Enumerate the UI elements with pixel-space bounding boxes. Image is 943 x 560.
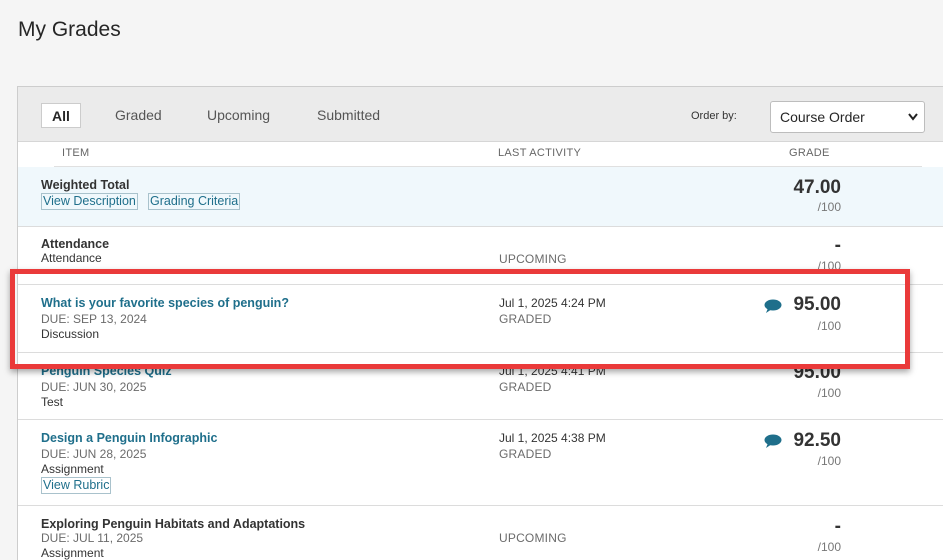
item-title: Attendance: [41, 237, 110, 251]
table-row: Attendance Attendance UPCOMING - /100: [18, 227, 943, 285]
view-rubric-link[interactable]: View Rubric: [41, 477, 112, 494]
item-due-date: DUE: JUN 28, 2025: [41, 447, 147, 461]
item-type: Assignment: [41, 462, 104, 476]
activity-date: Jul 1, 2025 4:38 PM: [499, 431, 606, 445]
item-title-link[interactable]: Design a Penguin Infographic: [41, 431, 217, 445]
page-title: My Grades: [18, 18, 121, 41]
item-title: Weighted Total: [41, 178, 130, 192]
column-header-item[interactable]: ITEM: [62, 147, 89, 159]
item-type: Assignment: [41, 546, 104, 560]
comment-icon[interactable]: [764, 434, 782, 448]
order-by-label: Order by:: [691, 110, 737, 122]
tab-all[interactable]: All: [41, 103, 81, 128]
item-type: Test: [41, 395, 64, 409]
grade-value: 92.50: [793, 430, 841, 451]
grade-out-of: /100: [817, 200, 841, 214]
tab-upcoming[interactable]: Upcoming: [197, 103, 280, 128]
table-row: Weighted Total View Description Grading …: [18, 167, 943, 227]
grading-criteria-link[interactable]: Grading Criteria: [148, 193, 241, 210]
table-row[interactable]: What is your favorite species of penguin…: [18, 285, 943, 353]
table-row[interactable]: Design a Penguin Infographic DUE: JUN 28…: [18, 420, 943, 506]
order-by-value: Course Order: [780, 109, 865, 125]
item-title-link[interactable]: Penguin Species Quiz: [41, 364, 172, 378]
activity-status: GRADED: [499, 312, 552, 326]
item-due-date: DUE: SEP 13, 2024: [41, 312, 147, 326]
table-row[interactable]: Exploring Penguin Habitats and Adaptatio…: [18, 506, 943, 560]
activity-status: UPCOMING: [499, 252, 567, 266]
grade-value: 47.00: [793, 177, 841, 198]
item-due-date: DUE: JUN 30, 2025: [41, 380, 147, 394]
chevron-down-icon: [907, 102, 919, 143]
column-header-last-activity[interactable]: LAST ACTIVITY: [498, 147, 581, 159]
grade-value: 95.00: [793, 362, 841, 383]
filter-bar: All Graded Upcoming Submitted Order by: …: [18, 87, 943, 142]
grade-out-of: /100: [817, 319, 841, 333]
activity-status: GRADED: [499, 380, 552, 394]
activity-status: UPCOMING: [499, 531, 567, 545]
grade-value: 95.00: [793, 294, 841, 315]
table-row[interactable]: Penguin Species Quiz DUE: JUN 30, 2025 T…: [18, 353, 943, 420]
tab-submitted[interactable]: Submitted: [307, 103, 390, 128]
item-subtitle: Attendance: [41, 251, 102, 265]
grade-out-of: /100: [817, 540, 841, 554]
grade-out-of: /100: [817, 386, 841, 400]
column-header-grade[interactable]: GRADE: [789, 147, 830, 159]
item-title: Exploring Penguin Habitats and Adaptatio…: [41, 517, 306, 531]
activity-date: Jul 1, 2025 4:24 PM: [499, 296, 606, 310]
grades-panel: All Graded Upcoming Submitted Order by: …: [17, 86, 943, 560]
grade-out-of: /100: [817, 259, 841, 273]
order-by-select[interactable]: Course Order: [770, 101, 925, 133]
activity-status: GRADED: [499, 447, 552, 461]
item-due-date: DUE: JUL 11, 2025: [41, 531, 144, 545]
view-description-link[interactable]: View Description: [41, 193, 138, 210]
activity-date: Jul 1, 2025 4:41 PM: [499, 364, 606, 378]
comment-icon[interactable]: [764, 299, 782, 313]
grade-out-of: /100: [817, 454, 841, 468]
grade-value: -: [834, 235, 841, 256]
grade-value: -: [834, 516, 841, 537]
item-title-link[interactable]: What is your favorite species of penguin…: [41, 296, 289, 310]
item-type: Discussion: [41, 327, 100, 341]
tab-graded[interactable]: Graded: [105, 103, 172, 128]
